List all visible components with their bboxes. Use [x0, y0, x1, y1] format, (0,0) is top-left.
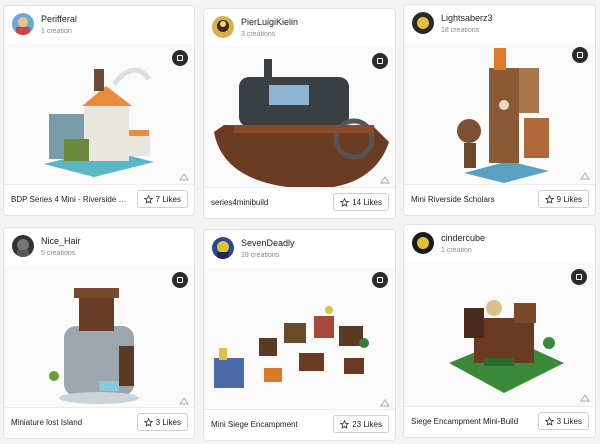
- creation-card[interactable]: Nice_Hair 5 creations Miniature lost Isl…: [3, 227, 195, 439]
- like-count: 14 Likes: [352, 197, 382, 207]
- username[interactable]: SevenDeadly: [241, 238, 295, 248]
- creation-count: 1 creation: [441, 247, 472, 254]
- creation-image[interactable]: [404, 43, 595, 185]
- user-avatar[interactable]: [212, 237, 234, 259]
- user-avatar[interactable]: [12, 235, 34, 257]
- creation-title[interactable]: series4minibuild: [211, 198, 331, 207]
- model-badge-icon[interactable]: [172, 50, 188, 66]
- star-icon: [143, 417, 153, 427]
- like-count: 3 Likes: [155, 417, 181, 427]
- like-count: 23 Likes: [352, 419, 382, 429]
- render-hint-icon: [380, 176, 390, 184]
- creation-card[interactable]: PierLuigiKielin 3 creations series4minib…: [203, 8, 396, 219]
- creation-count: 18 creations: [441, 27, 480, 34]
- render-hint-icon: [380, 399, 390, 407]
- creation-title[interactable]: Siege Encampment Mini-Build: [411, 417, 536, 426]
- card-header: Perifferal 1 creation: [4, 6, 194, 44]
- creation-card[interactable]: Perifferal 1 creation BDP Series 4 Mini …: [3, 5, 195, 216]
- creation-count: 1 creation: [41, 28, 72, 35]
- username[interactable]: Lightsaberz3: [441, 13, 493, 23]
- creation-card[interactable]: SevenDeadly 19 creations Mini Siege Enca…: [203, 229, 396, 441]
- like-count: 7 Likes: [155, 194, 181, 204]
- render-hint-icon: [179, 397, 189, 405]
- star-icon: [143, 194, 153, 204]
- star-icon: [544, 416, 554, 426]
- card-header: SevenDeadly 19 creations: [204, 230, 395, 268]
- creation-image[interactable]: [404, 263, 595, 407]
- model-badge-icon[interactable]: [172, 272, 188, 288]
- render-hint-icon: [179, 173, 189, 181]
- user-avatar[interactable]: [412, 232, 434, 254]
- like-button[interactable]: 3 Likes: [136, 413, 188, 431]
- user-avatar[interactable]: [212, 16, 234, 38]
- model-badge-icon[interactable]: [571, 269, 587, 285]
- username[interactable]: cindercube: [441, 233, 485, 243]
- like-button[interactable]: 14 Likes: [333, 193, 389, 211]
- creation-image[interactable]: [204, 268, 395, 410]
- creation-title[interactable]: Mini Siege Encampment: [211, 420, 331, 429]
- username[interactable]: Perifferal: [41, 14, 77, 24]
- creation-image[interactable]: [4, 266, 194, 408]
- like-button[interactable]: 9 Likes: [537, 190, 589, 208]
- creation-card[interactable]: Lightsaberz3 18 creations Mini Riverside…: [403, 4, 596, 216]
- like-button[interactable]: 7 Likes: [136, 190, 188, 208]
- creation-card[interactable]: cindercube 1 creation Siege Encampment M…: [403, 224, 596, 438]
- card-footer: Siege Encampment Mini-Build 3 Likes: [404, 406, 595, 437]
- model-badge-icon[interactable]: [372, 53, 388, 69]
- render-hint-icon: [580, 172, 590, 180]
- creation-image[interactable]: [204, 47, 395, 189]
- like-count: 3 Likes: [556, 416, 582, 426]
- card-footer: BDP Series 4 Mini - Riverside S… 7 Likes: [4, 184, 194, 215]
- card-header: Nice_Hair 5 creations: [4, 228, 194, 266]
- creation-count: 3 creations: [241, 31, 276, 38]
- star-icon: [340, 419, 350, 429]
- user-avatar[interactable]: [12, 13, 34, 35]
- username[interactable]: Nice_Hair: [41, 236, 81, 246]
- model-badge-icon[interactable]: [572, 47, 588, 63]
- creation-count: 19 creations: [241, 252, 280, 259]
- card-header: Lightsaberz3 18 creations: [404, 5, 595, 43]
- card-footer: series4minibuild 14 Likes: [204, 187, 395, 218]
- creation-title[interactable]: BDP Series 4 Mini - Riverside S…: [11, 195, 131, 204]
- creation-title[interactable]: Miniature lost Island: [11, 418, 131, 427]
- user-avatar[interactable]: [412, 12, 434, 34]
- card-footer: Mini Riverside Scholars 9 Likes: [404, 184, 595, 215]
- render-hint-icon: [580, 394, 590, 402]
- creation-count: 5 creations: [41, 250, 76, 257]
- star-icon: [340, 197, 350, 207]
- model-badge-icon[interactable]: [372, 272, 388, 288]
- card-footer: Miniature lost Island 3 Likes: [4, 407, 194, 438]
- card-footer: Mini Siege Encampment 23 Likes: [204, 409, 395, 440]
- like-count: 9 Likes: [556, 194, 582, 204]
- username[interactable]: PierLuigiKielin: [241, 17, 298, 27]
- like-button[interactable]: 3 Likes: [537, 412, 589, 430]
- like-button[interactable]: 23 Likes: [333, 415, 389, 433]
- star-icon: [544, 194, 554, 204]
- creation-image[interactable]: [4, 44, 194, 185]
- card-header: PierLuigiKielin 3 creations: [204, 9, 395, 47]
- creation-title[interactable]: Mini Riverside Scholars: [411, 195, 531, 204]
- card-header: cindercube 1 creation: [404, 225, 595, 263]
